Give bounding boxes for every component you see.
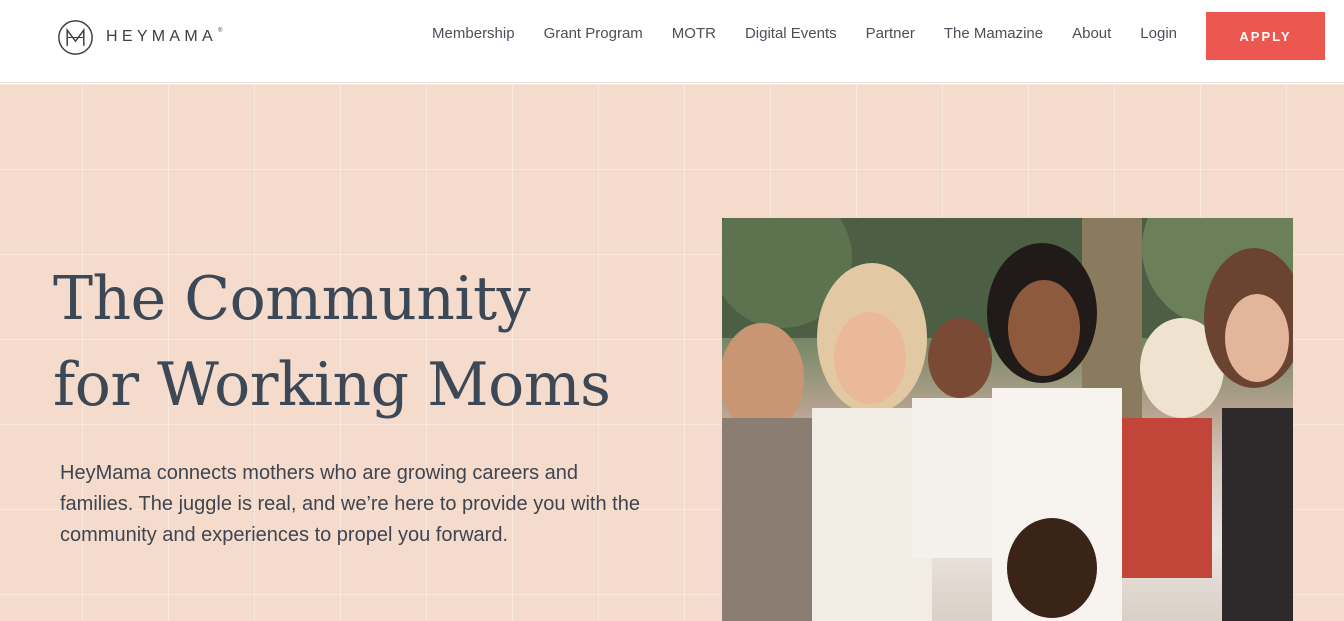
heymama-logo[interactable]: HEYMAMA® <box>57 18 222 56</box>
site-header: HEYMAMA® Membership Grant Program MOTR D… <box>0 0 1344 83</box>
hero-headline-line-1: The Community <box>53 264 531 334</box>
main-nav: Membership Grant Program MOTR Digital Ev… <box>432 24 1177 44</box>
logo-wordmark: HEYMAMA® <box>106 28 223 45</box>
nav-about[interactable]: About <box>1072 24 1111 44</box>
nav-motr[interactable]: MOTR <box>672 24 716 44</box>
apply-button[interactable]: APPLY <box>1206 12 1325 60</box>
nav-grant-program[interactable]: Grant Program <box>544 24 643 44</box>
hero-photo <box>722 218 1293 621</box>
nav-login[interactable]: Login <box>1140 24 1177 44</box>
hero-section: The Community for Working Moms HeyMama c… <box>0 84 1344 621</box>
hero-description: HeyMama connects mothers who are growing… <box>60 462 640 546</box>
group-photo-icon <box>722 218 1293 621</box>
hero-headline-line-2: for Working Moms <box>53 350 611 420</box>
nav-partner[interactable]: Partner <box>866 24 915 44</box>
hero-headline: The Community for Working Moms <box>53 256 611 428</box>
nav-membership[interactable]: Membership <box>432 24 515 44</box>
logo-monogram-icon <box>58 19 93 55</box>
nav-the-mamazine[interactable]: The Mamazine <box>944 24 1043 44</box>
nav-digital-events[interactable]: Digital Events <box>745 24 837 44</box>
